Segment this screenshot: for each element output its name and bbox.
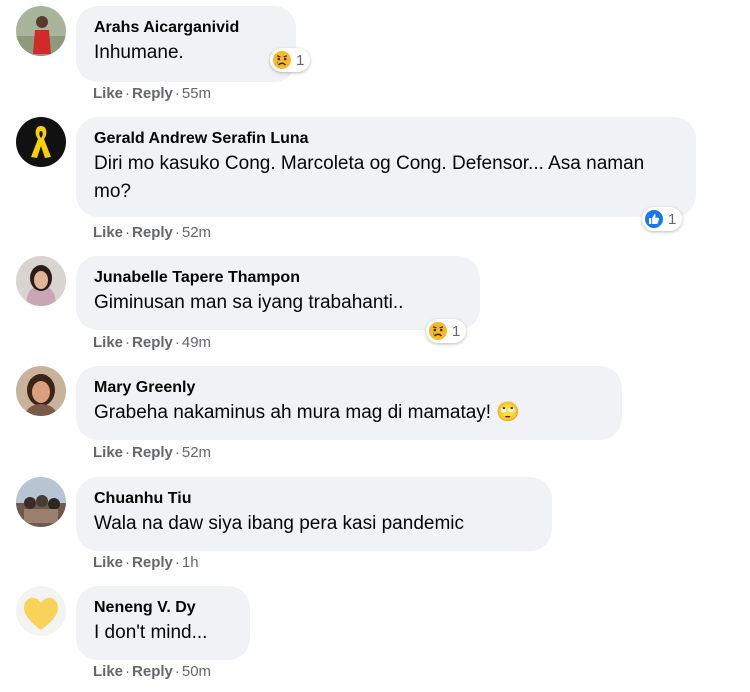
- reply-button[interactable]: Reply: [132, 444, 173, 461]
- like-button[interactable]: Like: [93, 444, 123, 461]
- like-button[interactable]: Like: [93, 554, 123, 571]
- comment-author[interactable]: Arahs Aicarganivid: [94, 17, 278, 39]
- separator: ·: [174, 444, 180, 461]
- reply-button[interactable]: Reply: [132, 554, 173, 571]
- separator: ·: [125, 663, 131, 680]
- comment: Neneng V. Dy I don't mind... Like · Reply ·…: [16, 586, 736, 686]
- sad-icon: [429, 322, 447, 340]
- reply-button[interactable]: Reply: [132, 334, 173, 351]
- comment-author[interactable]: Junabelle Tapere Thampon: [94, 267, 462, 289]
- reaction-count: 1: [668, 210, 677, 228]
- comment-text: I don't mind...: [94, 622, 208, 643]
- comment: Gerald Andrew Serafin Luna Diri mo kasuk…: [16, 117, 736, 247]
- reaction-count: 1: [452, 322, 461, 340]
- comment-actions: Like · Reply · 55m: [93, 85, 211, 102]
- comment-bubble: Mary Greenly Grabeha nakaminus ah mura m…: [76, 366, 622, 440]
- avatar[interactable]: [16, 366, 66, 416]
- separator: ·: [125, 444, 131, 461]
- separator: ·: [174, 334, 180, 351]
- like-button[interactable]: Like: [93, 85, 123, 102]
- comment-time[interactable]: 1h: [182, 554, 199, 571]
- reply-button[interactable]: Reply: [132, 85, 173, 102]
- separator: ·: [125, 224, 131, 241]
- comment: Arahs Aicarganivid Inhumane. 1 Like · Repl…: [16, 6, 736, 106]
- reaction-badge[interactable]: 1: [642, 207, 683, 231]
- avatar[interactable]: [16, 477, 66, 527]
- comment-author[interactable]: Gerald Andrew Serafin Luna: [94, 128, 678, 150]
- comment-bubble: Arahs Aicarganivid Inhumane.: [76, 6, 296, 82]
- reaction-badge[interactable]: 1: [270, 48, 311, 72]
- comment-bubble: Neneng V. Dy I don't mind...: [76, 586, 250, 660]
- avatar[interactable]: [16, 117, 66, 167]
- comment: Chuanhu Tiu Wala na daw siya ibang pera …: [16, 477, 736, 577]
- like-button[interactable]: Like: [93, 334, 123, 351]
- like-icon: [645, 210, 663, 228]
- reply-button[interactable]: Reply: [132, 224, 173, 241]
- separator: ·: [125, 554, 131, 571]
- separator: ·: [174, 554, 180, 571]
- comment-author[interactable]: Chuanhu Tiu: [94, 488, 534, 510]
- separator: ·: [125, 334, 131, 351]
- comment-actions: Like · Reply · 1h: [93, 554, 199, 571]
- reaction-count: 1: [296, 51, 305, 69]
- comment-actions: Like · Reply · 49m: [93, 334, 211, 351]
- comment-time[interactable]: 55m: [182, 85, 211, 102]
- comment-bubble: Chuanhu Tiu Wala na daw siya ibang pera …: [76, 477, 552, 551]
- comment-time[interactable]: 52m: [182, 224, 211, 241]
- avatar[interactable]: [16, 256, 66, 306]
- comment: Mary Greenly Grabeha nakaminus ah mura m…: [16, 366, 736, 466]
- comment-bubble: Junabelle Tapere Thampon Giminusan man s…: [76, 256, 480, 330]
- avatar[interactable]: [16, 586, 66, 636]
- reply-button[interactable]: Reply: [132, 663, 173, 680]
- like-button[interactable]: Like: [93, 663, 123, 680]
- comment-bubble: Gerald Andrew Serafin Luna Diri mo kasuk…: [76, 117, 696, 217]
- separator: ·: [125, 85, 131, 102]
- reaction-badge[interactable]: 1: [426, 319, 467, 343]
- comment-text: Grabeha nakaminus ah mura mag di mamatay…: [94, 402, 521, 423]
- comment-actions: Like · Reply · 50m: [93, 663, 211, 680]
- separator: ·: [174, 85, 180, 102]
- comment-time[interactable]: 52m: [182, 444, 211, 461]
- comment-text: Diri mo kasuko Cong. Marcoleta og Cong. …: [94, 153, 645, 202]
- like-button[interactable]: Like: [93, 224, 123, 241]
- separator: ·: [174, 663, 180, 680]
- comment-actions: Like · Reply · 52m: [93, 444, 211, 461]
- comment-text: Giminusan man sa iyang trabahanti..: [94, 292, 404, 313]
- comment-actions: Like · Reply · 52m: [93, 224, 211, 241]
- comment-text: Inhumane.: [94, 42, 184, 63]
- comment: Junabelle Tapere Thampon Giminusan man s…: [16, 256, 736, 356]
- comment-time[interactable]: 50m: [182, 663, 211, 680]
- comment-time[interactable]: 49m: [182, 334, 211, 351]
- separator: ·: [174, 224, 180, 241]
- sad-icon: [273, 51, 291, 69]
- comment-author[interactable]: Mary Greenly: [94, 377, 604, 399]
- avatar[interactable]: [16, 6, 66, 56]
- comment-text: Wala na daw siya ibang pera kasi pandemi…: [94, 513, 464, 534]
- comment-author[interactable]: Neneng V. Dy: [94, 597, 232, 619]
